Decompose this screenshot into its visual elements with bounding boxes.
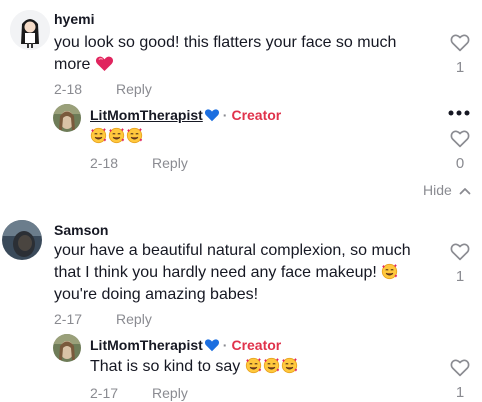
- like-count: 0: [455, 155, 465, 172]
- blue-heart-icon: [204, 109, 219, 122]
- avatar-image: [53, 334, 81, 362]
- like-button[interactable]: 1: [448, 359, 472, 401]
- comment-meta: 2-18 Reply: [54, 81, 152, 97]
- reply-username[interactable]: LitMomTherapist: [90, 107, 203, 123]
- reply-button[interactable]: Reply: [116, 311, 152, 327]
- comment-text-body: your have a beautiful natural complexion…: [54, 242, 411, 281]
- avatar-image: [2, 220, 42, 260]
- like-button[interactable]: 0: [448, 130, 472, 172]
- like-button[interactable]: 1: [448, 243, 472, 285]
- like-button[interactable]: 1: [448, 34, 472, 76]
- smiling-face-with-hearts-emoji: [263, 357, 279, 374]
- like-count: 1: [455, 268, 465, 285]
- comment-date: 2-18: [54, 81, 83, 97]
- comment-meta: 2-17 Reply: [54, 311, 152, 327]
- reply-button[interactable]: Reply: [152, 155, 188, 171]
- reply-button[interactable]: Reply: [152, 385, 188, 401]
- heart-outline-icon: [450, 34, 470, 52]
- comment-date: 2-17: [54, 311, 83, 327]
- comment-text: your have a beautiful natural complexion…: [54, 240, 426, 306]
- separator-dot: ·: [222, 107, 228, 123]
- creator-badge: Creator: [231, 337, 282, 353]
- more-horizontal-icon[interactable]: [448, 110, 470, 116]
- heart-outline-icon: [450, 243, 470, 261]
- avatar-image: [53, 104, 81, 132]
- hide-replies-button[interactable]: Hide: [423, 182, 471, 198]
- red-heart-emoji: [95, 56, 113, 72]
- separator-dot: ·: [222, 337, 228, 353]
- comment-item: hyemi you look so good! this flatters yo…: [0, 0, 482, 200]
- like-count: 1: [455, 59, 465, 76]
- smiling-face-with-hearts-emoji: [90, 127, 107, 144]
- blue-heart-icon: [204, 339, 219, 352]
- reply-text-body: That is so kind to say: [90, 358, 241, 375]
- heart-outline-icon: [450, 359, 470, 377]
- reply-username[interactable]: LitMomTherapist: [90, 337, 203, 353]
- smiling-face-with-hearts-emoji: [245, 357, 261, 374]
- heart-outline-icon: [450, 130, 470, 148]
- comment-username[interactable]: hyemi: [54, 11, 94, 27]
- reply-text: [90, 126, 144, 148]
- reply-meta: 2-18 Reply: [90, 155, 188, 171]
- creator-badge: Creator: [231, 107, 282, 123]
- reply-date: 2-18: [90, 155, 119, 171]
- like-count: 1: [455, 384, 465, 401]
- reply-meta: 2-17 Reply: [90, 385, 188, 401]
- avatar[interactable]: [53, 334, 81, 362]
- comment-text-line3: you're doing amazing babes!: [54, 286, 259, 303]
- smiling-face-with-hearts-emoji: [281, 357, 297, 374]
- comment-username[interactable]: Samson: [54, 222, 108, 238]
- comment-item: Samson your have a beautiful natural com…: [0, 210, 482, 402]
- smiling-face-with-hearts-emoji: [108, 127, 125, 144]
- avatar-image: [10, 10, 50, 50]
- smiling-face-with-hearts-emoji: [382, 263, 398, 280]
- reply-username-row: LitMomTherapist · Creator: [90, 107, 281, 123]
- avatar[interactable]: [10, 10, 50, 50]
- avatar[interactable]: [2, 220, 42, 260]
- reply-button[interactable]: Reply: [116, 81, 152, 97]
- comment-text: you look so good! this flatters your fac…: [54, 32, 424, 76]
- chevron-up-icon: [459, 188, 471, 195]
- reply-text: That is so kind to say: [90, 356, 299, 378]
- avatar[interactable]: [53, 104, 81, 132]
- smiling-face-with-hearts-emoji: [126, 127, 143, 144]
- reply-date: 2-17: [90, 385, 119, 401]
- hide-label: Hide: [423, 182, 452, 198]
- reply-username-row: LitMomTherapist · Creator: [90, 337, 281, 353]
